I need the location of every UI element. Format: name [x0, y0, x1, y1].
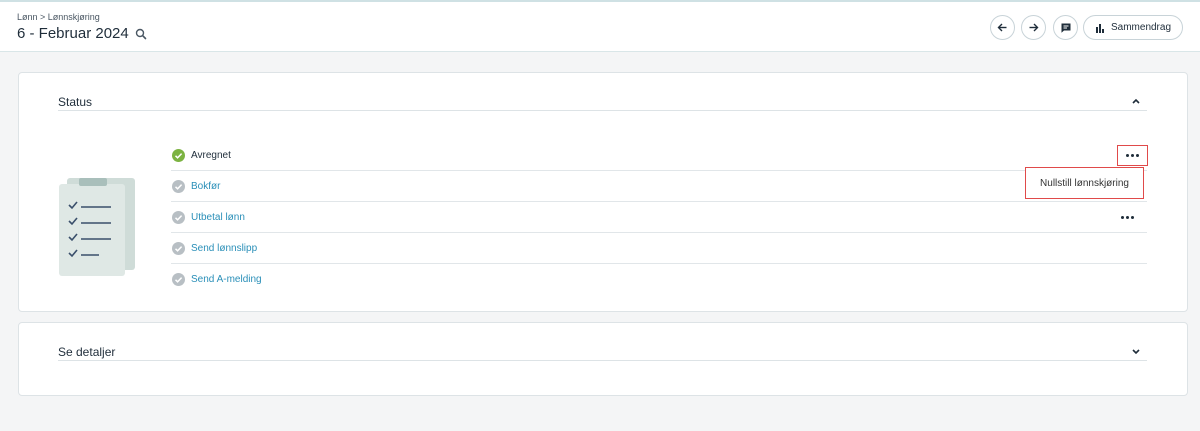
- check-circle-icon: [172, 179, 185, 193]
- more-options-button[interactable]: [1117, 145, 1148, 166]
- status-card-header[interactable]: Status: [58, 73, 1147, 111]
- comments-button[interactable]: [1053, 15, 1078, 40]
- summary-button[interactable]: Sammendrag: [1083, 15, 1183, 40]
- details-card-title: Se detaljer: [58, 345, 116, 359]
- step-link[interactable]: Utbetal lønn: [191, 212, 245, 223]
- step-link[interactable]: Bokfør: [191, 181, 220, 192]
- page-title: 6 - Februar 2024: [17, 25, 129, 42]
- more-horizontal-icon: [1120, 215, 1134, 219]
- chevron-down-icon[interactable]: [1131, 346, 1141, 356]
- check-circle-icon: [172, 210, 185, 224]
- search-icon[interactable]: [135, 28, 147, 40]
- check-circle-icon: [172, 273, 185, 286]
- clipboard-illustration: [59, 178, 135, 276]
- status-steps: Avregnet Bokfør Utbetal lønn Send lønnsl…: [171, 140, 1148, 295]
- comment-icon: [1061, 23, 1070, 33]
- step-avregnet: Avregnet: [171, 140, 1148, 171]
- step-bokfor: Bokfør: [171, 171, 1147, 202]
- chevron-up-icon[interactable]: [1131, 96, 1141, 106]
- step-utbetal-lonn: Utbetal lønn: [171, 202, 1147, 233]
- check-circle-icon: [172, 148, 185, 162]
- top-bar: Lønn > Lønnskjøring 6 - Februar 2024 Sam…: [0, 0, 1200, 52]
- step-send-lonnslipp: Send lønnslipp: [171, 233, 1147, 264]
- arrow-left-icon: [997, 23, 1007, 32]
- bar-chart-icon: [1095, 23, 1104, 33]
- reset-payroll-label: Nullstill lønnskjøring: [1040, 177, 1129, 189]
- previous-button[interactable]: [990, 15, 1015, 40]
- summary-label: Sammendrag: [1110, 22, 1172, 33]
- next-button[interactable]: [1021, 15, 1046, 40]
- status-card-title: Status: [58, 95, 93, 109]
- step-link[interactable]: Send A-melding: [191, 274, 262, 285]
- step-label: Avregnet: [191, 149, 231, 161]
- arrow-right-icon: [1029, 23, 1039, 32]
- page-title-row: 6 - Februar 2024: [17, 25, 147, 42]
- status-card: Status Avregnet Bokfør Utbetal lønn Send…: [18, 72, 1188, 312]
- reset-payroll-menu-item[interactable]: Nullstill lønnskjøring: [1025, 167, 1144, 199]
- step-send-a-melding: Send A-melding: [171, 264, 1147, 295]
- more-horizontal-icon: [1126, 154, 1139, 157]
- step-link[interactable]: Send lønnslipp: [191, 243, 257, 254]
- details-card: Se detaljer: [18, 322, 1188, 396]
- details-card-header[interactable]: Se detaljer: [58, 323, 1147, 361]
- more-options-button[interactable]: [1117, 210, 1137, 224]
- breadcrumb[interactable]: Lønn > Lønnskjøring: [17, 12, 100, 22]
- check-circle-icon: [172, 241, 185, 255]
